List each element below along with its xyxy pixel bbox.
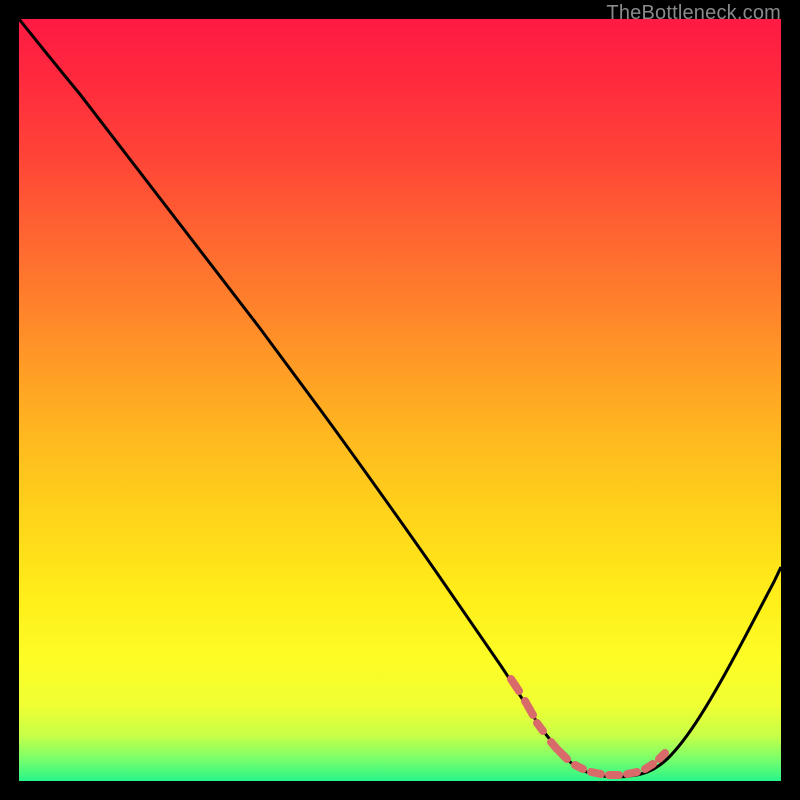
watermark: TheBottleneck.com [606, 2, 781, 25]
plot-area [19, 19, 781, 781]
chart-container: TheBottleneck.com [0, 0, 800, 800]
curve-svg [19, 19, 781, 781]
bottleneck-curve [19, 19, 781, 777]
red-dashed-region [511, 679, 665, 775]
